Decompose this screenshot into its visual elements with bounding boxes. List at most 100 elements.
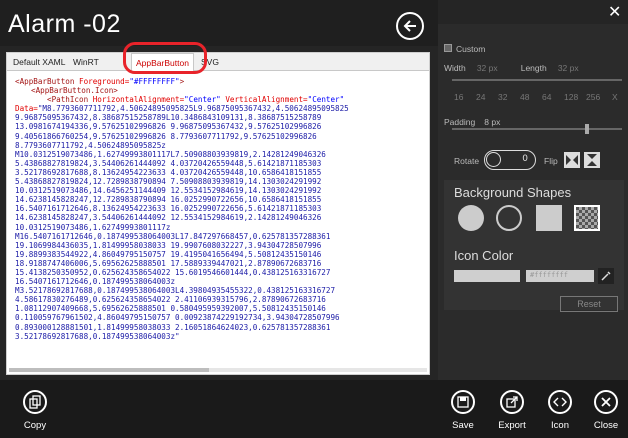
code-val: "Center" <box>307 95 345 105</box>
path-data-line: 5.43868827819824,12.7289838790894 7.5090… <box>15 177 322 187</box>
code-val: "Center" <box>184 95 221 105</box>
padding-label: Padding <box>444 117 476 127</box>
path-data-line: 18.9188747406006,5.69562625888501 17.588… <box>15 258 322 268</box>
eyedropper-button[interactable] <box>598 268 614 284</box>
path-data-line: 19.8899383544922,4.86049795150757 19.419… <box>15 249 322 259</box>
header: Alarm -02 <box>0 0 438 46</box>
code-line: <AppBarButton.Icon> <box>15 86 423 95</box>
shape-square-filled[interactable] <box>536 205 562 231</box>
flip-vertical-icon <box>587 154 597 166</box>
padding-slider-track[interactable] <box>452 128 622 130</box>
path-data-line: 1.08112907409668,5.69562625888501 0.5804… <box>15 304 326 314</box>
app-window: Alarm -02 Default XAML WinRT AppBar AppB… <box>0 0 628 438</box>
page-title: Alarm -02 <box>8 10 121 38</box>
code-attr: HorizontalAlignment= <box>88 95 185 105</box>
settings-panel: ✕ Custom Width 32 px Length 32 px 16 24 32… <box>438 0 628 380</box>
shapes-section: Background Shapes Icon Color #ffffffff R… <box>444 180 624 312</box>
scrollbar-thumb[interactable] <box>9 368 209 372</box>
size-row: Width 32 px Length 32 px <box>444 56 624 75</box>
color-preview <box>454 270 520 282</box>
code-tag: <AppBarButton <box>15 77 75 86</box>
save-icon <box>457 396 469 408</box>
shape-circle-filled[interactable] <box>458 205 484 231</box>
flip-horizontal-icon <box>566 155 578 165</box>
size-tick-label[interactable]: 32 <box>498 92 507 102</box>
shape-circle-outline[interactable] <box>496 205 522 231</box>
flip-horizontal-button[interactable] <box>564 152 580 168</box>
padding-value: 8 px <box>484 117 501 127</box>
code-tag: <AppBarButton.Icon> <box>31 86 118 96</box>
tab-default-xaml[interactable]: Default XAML <box>9 53 69 71</box>
path-data-line: 0.893000128881501,1.81499958038033 2.160… <box>15 322 331 332</box>
code-text[interactable]: <AppBarButton Foreground="#FFFFFFFF"> <Ap… <box>15 77 423 373</box>
path-data-line: 0.110059767961502,4.86049795150757 0.009… <box>15 313 340 323</box>
code-line: <PathIcon HorizontalAlignment="Center" V… <box>15 95 423 104</box>
size-slider-track[interactable] <box>452 79 622 81</box>
horizontal-scrollbar[interactable] <box>9 368 427 372</box>
rotate-toggle[interactable]: 0 <box>484 150 536 170</box>
size-ticks: 16 24 32 48 64 128 256 X <box>444 92 624 102</box>
code-val: "#FFFFFFFF" <box>129 77 180 86</box>
path-data-line: 15.4138250350952,0.625624358654022 15.60… <box>15 267 331 277</box>
path-data-line: 10.0312519073486,14.6456251144409 12.553… <box>15 186 322 196</box>
save-label: Save <box>452 420 474 431</box>
export-icon <box>506 396 518 408</box>
width-value[interactable]: 32 px <box>477 63 498 73</box>
size-tick-label[interactable]: 48 <box>520 92 529 102</box>
rotate-row: Rotate 0 Flip <box>444 150 624 172</box>
path-data: Data="M8.7793607711792,4.50624895095825L… <box>15 104 423 340</box>
eyedropper-icon <box>601 271 611 281</box>
path-data-line: 16.5407161712646,0.187499538064003z <box>15 277 176 287</box>
color-hex-input[interactable]: #ffffffff <box>526 270 594 282</box>
size-tick-label[interactable]: 256 <box>586 92 600 102</box>
toggle-knob[interactable] <box>486 152 501 167</box>
reset-button[interactable]: Reset <box>560 296 618 312</box>
path-data-line: 14.6238145828247,3.54406261444092 12.553… <box>15 213 322 223</box>
arrow-left-icon <box>403 20 416 32</box>
size-tick-label[interactable]: 64 <box>542 92 551 102</box>
close-icon <box>601 397 611 407</box>
close-label: Close <box>593 420 619 431</box>
close-icon[interactable]: ✕ <box>608 2 621 21</box>
icon-color-label: Icon Color <box>454 248 514 263</box>
padding-slider-thumb[interactable] <box>584 124 589 134</box>
size-tick-label[interactable]: X <box>612 92 618 102</box>
close-button[interactable] <box>594 390 618 414</box>
code-attr: Foreground= <box>74 77 130 86</box>
path-data-line: 14.6238145828247,12.7289838790894 16.025… <box>15 195 322 205</box>
size-tick-label[interactable]: 128 <box>564 92 578 102</box>
length-value[interactable]: 32 px <box>558 63 579 73</box>
flip-vertical-button[interactable] <box>584 152 600 168</box>
code-attr: Data= <box>15 104 38 114</box>
icon-label: Icon <box>551 420 569 431</box>
custom-label: Custom <box>456 44 486 54</box>
background-shapes-label: Background Shapes <box>454 185 572 200</box>
settings-top-bar: ✕ <box>438 0 628 24</box>
custom-checkbox[interactable] <box>444 43 452 52</box>
path-data-line: 19.1069984436035,1.81499958038033 19.990… <box>15 240 322 250</box>
icon-button[interactable] <box>548 390 572 414</box>
tab-winrt-appbar[interactable]: WinRT AppBar <box>69 53 127 71</box>
copy-button[interactable] <box>23 390 47 414</box>
flip-label: Flip <box>544 156 558 166</box>
shape-none-transparent[interactable] <box>574 205 600 231</box>
copy-label: Copy <box>23 420 47 431</box>
path-data-line: 13.0981674194336,9.57625102996826 9.9687… <box>15 122 322 132</box>
path-data-line: M3.52178692817688,0.187499538064003L4.39… <box>15 286 336 296</box>
rotate-value: 0 <box>522 154 528 164</box>
length-label: Length <box>520 63 547 73</box>
highlight-circle <box>123 42 207 74</box>
code-panel: Default XAML WinRT AppBar AppBarButton S… <box>6 42 430 375</box>
code-tag: <PathIcon <box>47 95 89 105</box>
path-data-line: 8.7793607711792,4.50624895095825z <box>15 140 166 150</box>
size-tick-label[interactable]: 16 <box>454 92 463 102</box>
path-data-line: 16.5407161712646,8.13624954223633 16.025… <box>15 204 322 214</box>
back-button[interactable] <box>396 12 424 40</box>
export-label: Export <box>498 420 526 431</box>
export-button[interactable] <box>500 390 524 414</box>
size-tick-label[interactable]: 24 <box>476 92 485 102</box>
path-data-line: 9.40561866760254,9.57625102996826 8.7793… <box>15 131 317 141</box>
shape-swatches <box>444 205 624 231</box>
path-data-line: 9.96875095367432,8.38687515258789L10.348… <box>15 113 322 123</box>
save-button[interactable] <box>451 390 475 414</box>
